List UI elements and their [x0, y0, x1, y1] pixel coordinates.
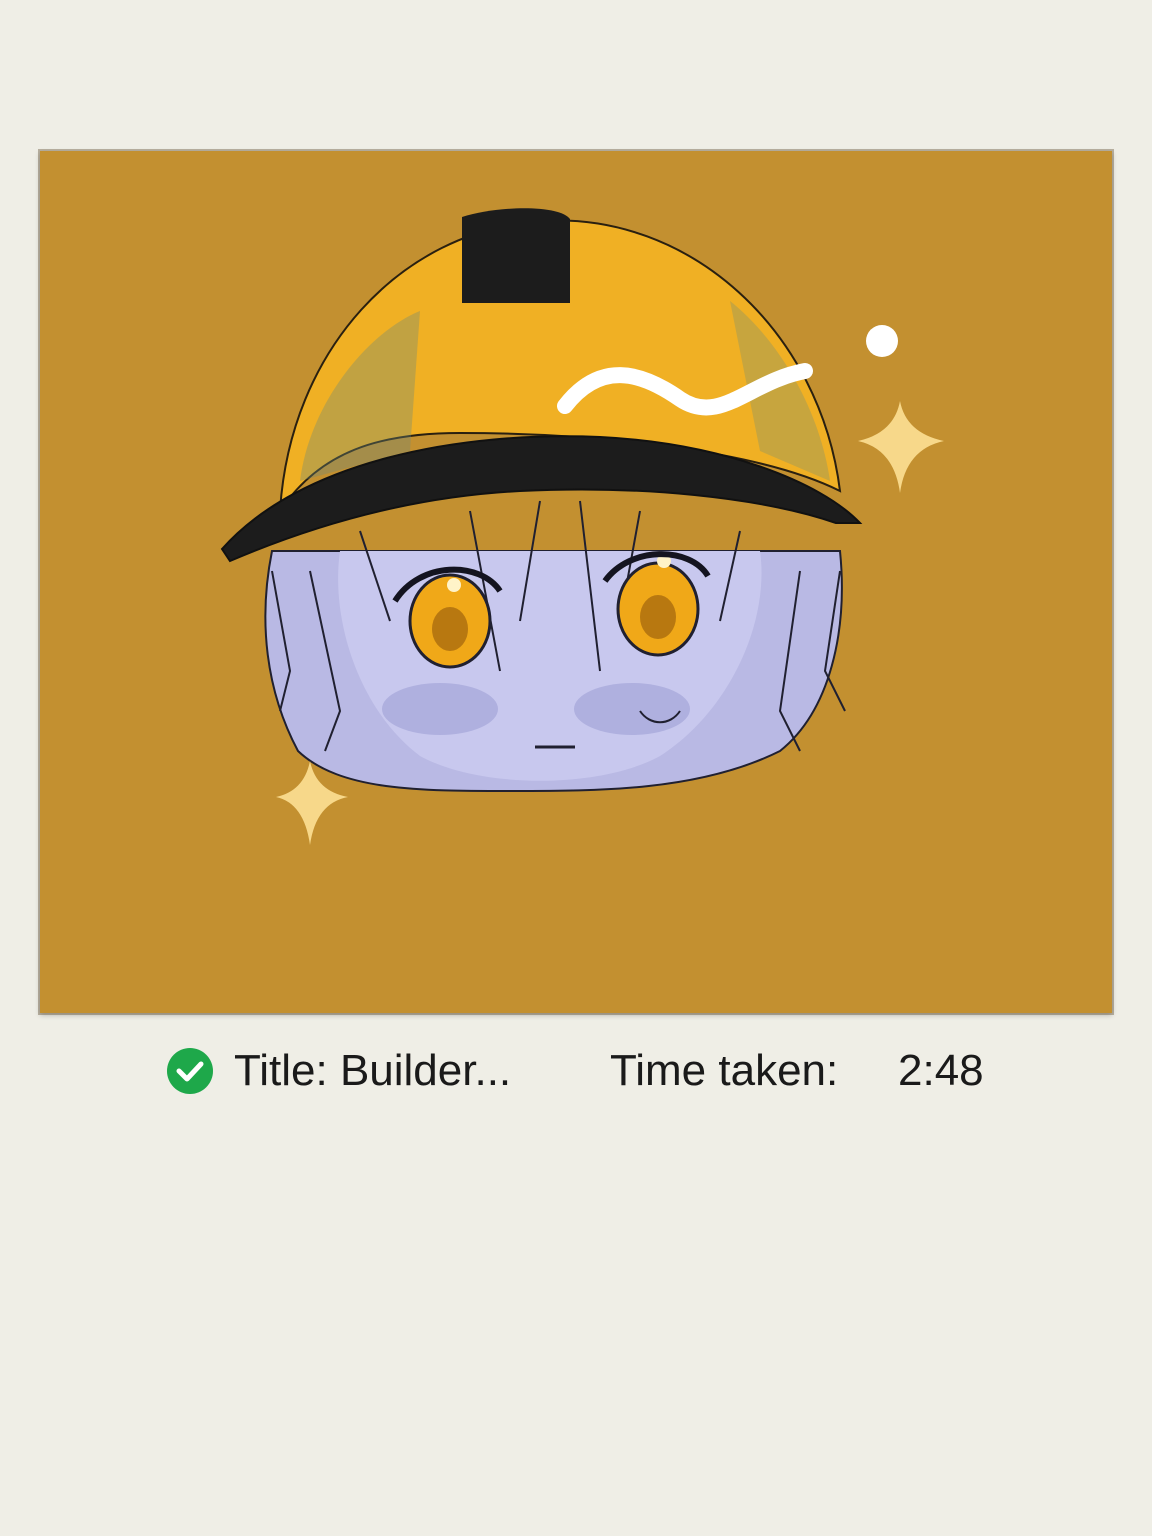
- artwork-title: Title: Builder...: [234, 1046, 512, 1095]
- artwork-canvas: [40, 151, 1112, 1013]
- check-circle-icon: [167, 1048, 213, 1094]
- status-bar: Title: Builder... Time taken: 2:48: [0, 1040, 1152, 1108]
- character-head: [264, 500, 846, 792]
- chibi-builder-illustration: [220, 208, 944, 845]
- hard-hat: [220, 208, 898, 563]
- time-taken-label: Time taken:: [610, 1046, 839, 1095]
- time-taken-value: 2:48: [898, 1046, 984, 1095]
